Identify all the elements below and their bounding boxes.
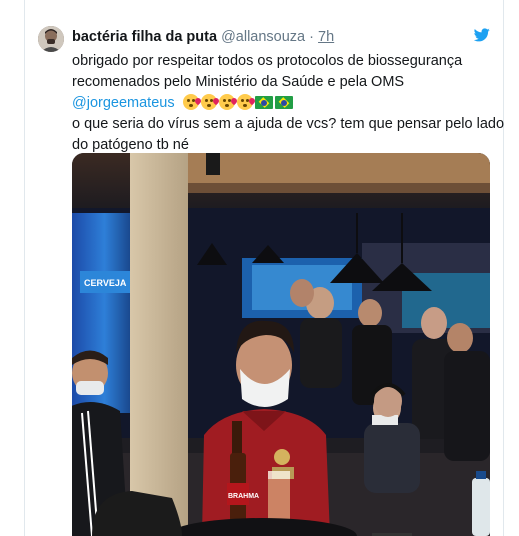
face-blowing-kiss-icon — [236, 94, 253, 110]
user-handle[interactable]: @allansouza — [221, 29, 305, 45]
brazil-flag-icon — [254, 96, 273, 109]
avatar-image — [38, 26, 64, 52]
brazil-flag-icon — [274, 96, 293, 109]
winking-face-with-kiss-icon — [200, 94, 217, 110]
display-name[interactable]: bactéria filha da puta — [72, 29, 217, 45]
twitter-bird-icon[interactable] — [474, 28, 490, 42]
tweet-photo[interactable]: CERVEJA BRAHMA — [72, 153, 490, 536]
tweet-text: obrigado por respeitar todos os protocol… — [72, 51, 505, 156]
mention-link[interactable]: @jorgeemateus — [72, 95, 175, 111]
bottle-label-text: BRAHMA — [228, 493, 259, 500]
tweet-timestamp[interactable]: 7h — [318, 29, 334, 45]
tweet-line-2: recomenados pelo Ministério da Saúde e p… — [72, 74, 405, 90]
tweet-line-4: o que seria do vírus sem a ajuda de vcs?… — [72, 116, 505, 132]
emoji-group — [182, 94, 293, 110]
cerveja-sign-text: CERVEJA — [84, 278, 127, 288]
party-photo: CERVEJA BRAHMA — [72, 153, 490, 536]
tweet-header: bactéria filha da puta @allansouza · 7h — [72, 27, 472, 47]
tweet-line-3: @jorgeemateus — [72, 93, 492, 114]
face-blowing-kiss-icon — [218, 94, 235, 110]
winking-face-with-kiss-icon — [182, 94, 199, 110]
avatar[interactable] — [38, 26, 64, 52]
tweet-line-1: obrigado por respeitar todos os protocol… — [72, 53, 463, 69]
separator-dot: · — [309, 29, 315, 45]
